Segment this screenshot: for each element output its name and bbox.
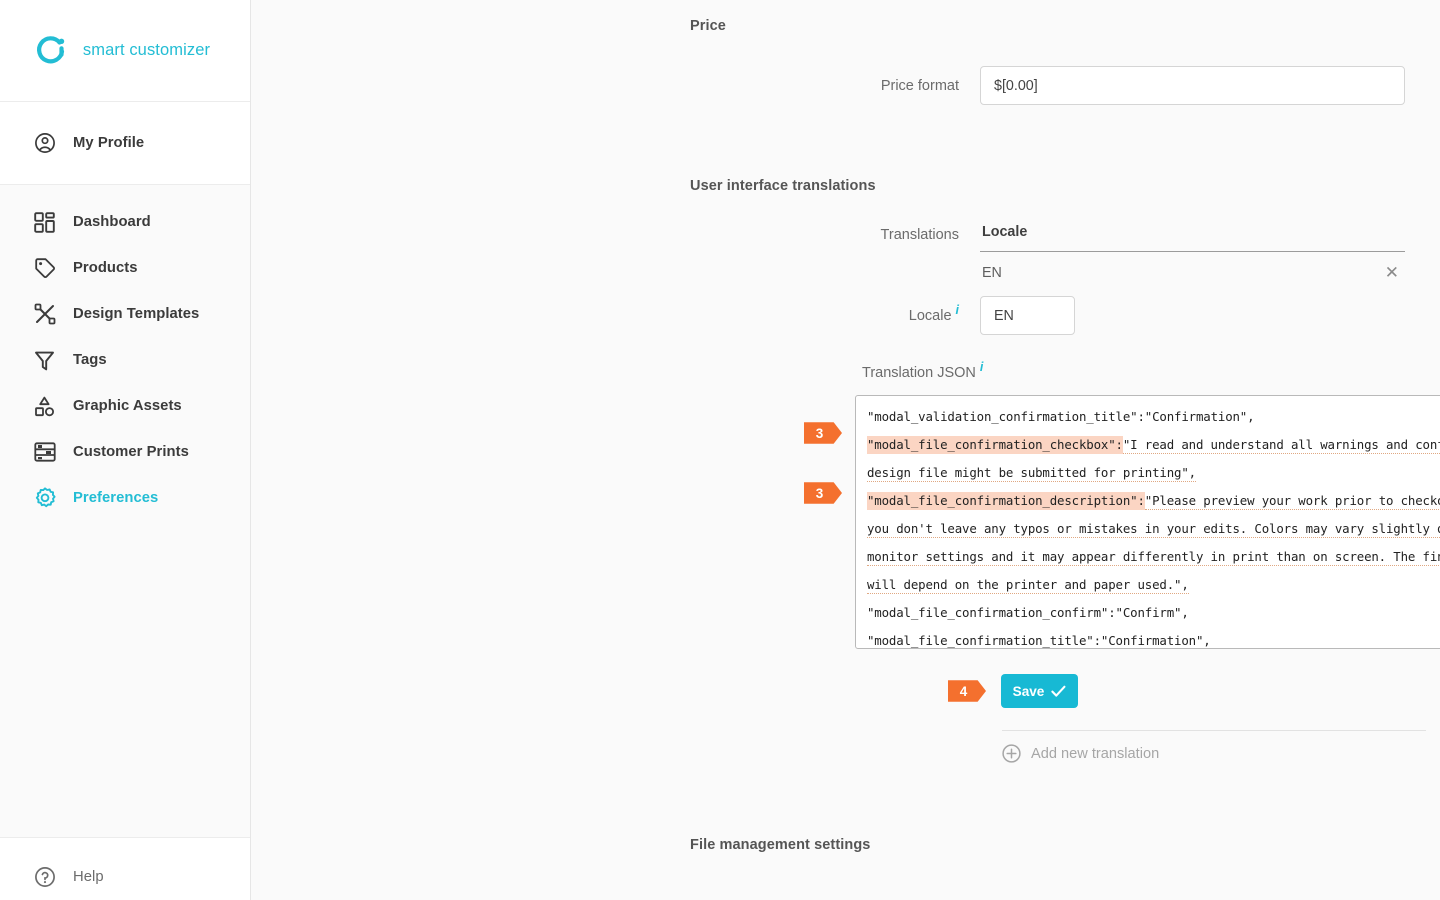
translations-table: Locale EN ✕: [980, 224, 1405, 291]
translations-row: Translations Locale EN ✕: [690, 224, 1405, 291]
translation-json-label-wrap: Translation JSON i: [862, 361, 983, 381]
sidebar-item-label: Design Templates: [73, 306, 200, 322]
dashboard-grid-icon: [33, 211, 56, 234]
sidebar-item-label: My Profile: [73, 135, 145, 151]
save-button[interactable]: Save: [1001, 674, 1078, 708]
price-format-input[interactable]: [980, 66, 1405, 105]
shapes-icon: [33, 395, 56, 418]
json-text: "modal_file_confirmation_title":"Confirm…: [867, 633, 1211, 648]
sidebar-item-design-templates[interactable]: Design Templates: [0, 291, 250, 337]
json-value-underlined: will depend on the printer and paper use…: [867, 577, 1189, 594]
json-text: "modal_validation_confirmation_title":: [867, 409, 1145, 424]
design-templates-icon: [33, 303, 56, 326]
table-column-header-locale: Locale: [980, 224, 1405, 252]
sidebar-item-label: Dashboard: [73, 214, 151, 230]
step-badge: 3: [804, 482, 842, 504]
price-format-label: Price format: [880, 77, 959, 94]
json-text: "Confirmation",: [1144, 409, 1255, 424]
sidebar-item-label: Graphic Assets: [73, 398, 182, 414]
table-cell-locale: EN: [982, 264, 1002, 281]
locale-label-wrap: Locale i: [690, 303, 980, 324]
sidebar-item-label: Customer Prints: [73, 444, 189, 460]
sidebar-item-label: Tags: [73, 352, 107, 368]
json-text: "modal_file_confirmation_confirm":"Confi…: [867, 605, 1189, 620]
gear-icon: [33, 487, 56, 510]
step-badge: 3: [804, 422, 842, 444]
json-value-underlined: "I read and understand all warnings and …: [1122, 437, 1440, 454]
translations-label: Translations: [880, 227, 959, 243]
add-new-translation-label: Add new translation: [1031, 745, 1160, 762]
json-line: "modal_validation_confirmation_title":"C…: [867, 403, 1440, 431]
sidebar-item-my-profile[interactable]: My Profile: [0, 120, 250, 166]
locale-field-row: Locale i: [690, 296, 1075, 335]
funnel-icon: [33, 349, 56, 372]
json-line: design file might be submitted for print…: [867, 459, 1440, 487]
json-line: you don't leave any typos or mistakes in…: [867, 515, 1440, 543]
json-line: "modal_file_confirmation_description":"P…: [867, 487, 1440, 515]
brand-logo[interactable]: smart customizer: [0, 0, 250, 102]
question-circle-icon: [33, 866, 56, 889]
json-value-underlined: monitor settings and it may appear diffe…: [867, 549, 1440, 566]
price-format-row: Price format: [690, 66, 1405, 105]
sidebar-main-group: Dashboard Products Design Templates Tags…: [0, 185, 250, 838]
json-value-underlined: design file might be submitted for print…: [867, 465, 1196, 482]
sidebar-help-group: Help: [0, 838, 250, 900]
divider: [1002, 730, 1426, 731]
translation-json-content: "modal_validation_confirmation_title":"C…: [867, 403, 1440, 648]
plus-circle-icon: [1002, 744, 1021, 763]
sidebar-item-label: Help: [73, 869, 104, 885]
json-key-highlighted: "modal_file_confirmation_description":: [867, 492, 1145, 510]
sidebar-item-help[interactable]: Help: [0, 854, 250, 900]
main-content: Price Price format User interface transl…: [251, 0, 1440, 900]
json-line: "modal_file_confirmation_confirm":"Confi…: [867, 599, 1440, 627]
json-value-underlined: you don't leave any typos or mistakes in…: [867, 521, 1440, 538]
info-icon[interactable]: i: [980, 361, 983, 374]
json-line: monitor settings and it may appear diffe…: [867, 543, 1440, 571]
section-title-file-management: File management settings: [690, 837, 871, 853]
json-line: will depend on the printer and paper use…: [867, 571, 1440, 599]
sidebar-item-dashboard[interactable]: Dashboard: [0, 199, 250, 245]
section-title-ui-translations: User interface translations: [690, 178, 876, 194]
translation-json-label: Translation JSON: [862, 365, 976, 381]
tag-icon: [33, 257, 56, 280]
brand-name: smart customizer: [82, 41, 211, 59]
sidebar: smart customizer My Profile Dashboard Pr…: [0, 0, 251, 900]
json-line: "modal_file_confirmation_title":"Confirm…: [867, 627, 1440, 648]
step-badge: 4: [948, 680, 986, 702]
sidebar-item-preferences[interactable]: Preferences: [0, 475, 250, 521]
table-row[interactable]: EN ✕: [980, 252, 1405, 291]
locale-input[interactable]: [980, 296, 1075, 335]
app-root: smart customizer My Profile Dashboard Pr…: [0, 0, 1440, 900]
translation-json-textarea[interactable]: "modal_validation_confirmation_title":"C…: [855, 395, 1440, 649]
add-new-translation-button[interactable]: Add new translation: [1002, 744, 1159, 763]
section-title-price: Price: [690, 18, 726, 34]
close-icon[interactable]: ✕: [1381, 264, 1403, 281]
locale-label: Locale: [908, 307, 952, 324]
sidebar-item-products[interactable]: Products: [0, 245, 250, 291]
sidebar-item-label: Preferences: [73, 490, 159, 506]
json-line: "modal_file_confirmation_checkbox":"I re…: [867, 431, 1440, 459]
json-value-underlined: "Please preview your work prior to check…: [1144, 493, 1440, 510]
sidebar-item-label: Products: [73, 260, 138, 276]
sidebar-profile-group: My Profile: [0, 102, 250, 185]
save-button-label: Save: [1012, 683, 1045, 699]
smart-customizer-logo-icon: [32, 32, 70, 70]
sidebar-item-customer-prints[interactable]: Customer Prints: [0, 429, 250, 475]
info-icon[interactable]: i: [956, 303, 959, 317]
sidebar-item-graphic-assets[interactable]: Graphic Assets: [0, 383, 250, 429]
sidebar-item-tags[interactable]: Tags: [0, 337, 250, 383]
json-key-highlighted: "modal_file_confirmation_checkbox":: [867, 436, 1123, 454]
printer-rows-icon: [33, 441, 56, 464]
user-circle-icon: [33, 132, 56, 155]
check-icon: [1051, 685, 1066, 698]
